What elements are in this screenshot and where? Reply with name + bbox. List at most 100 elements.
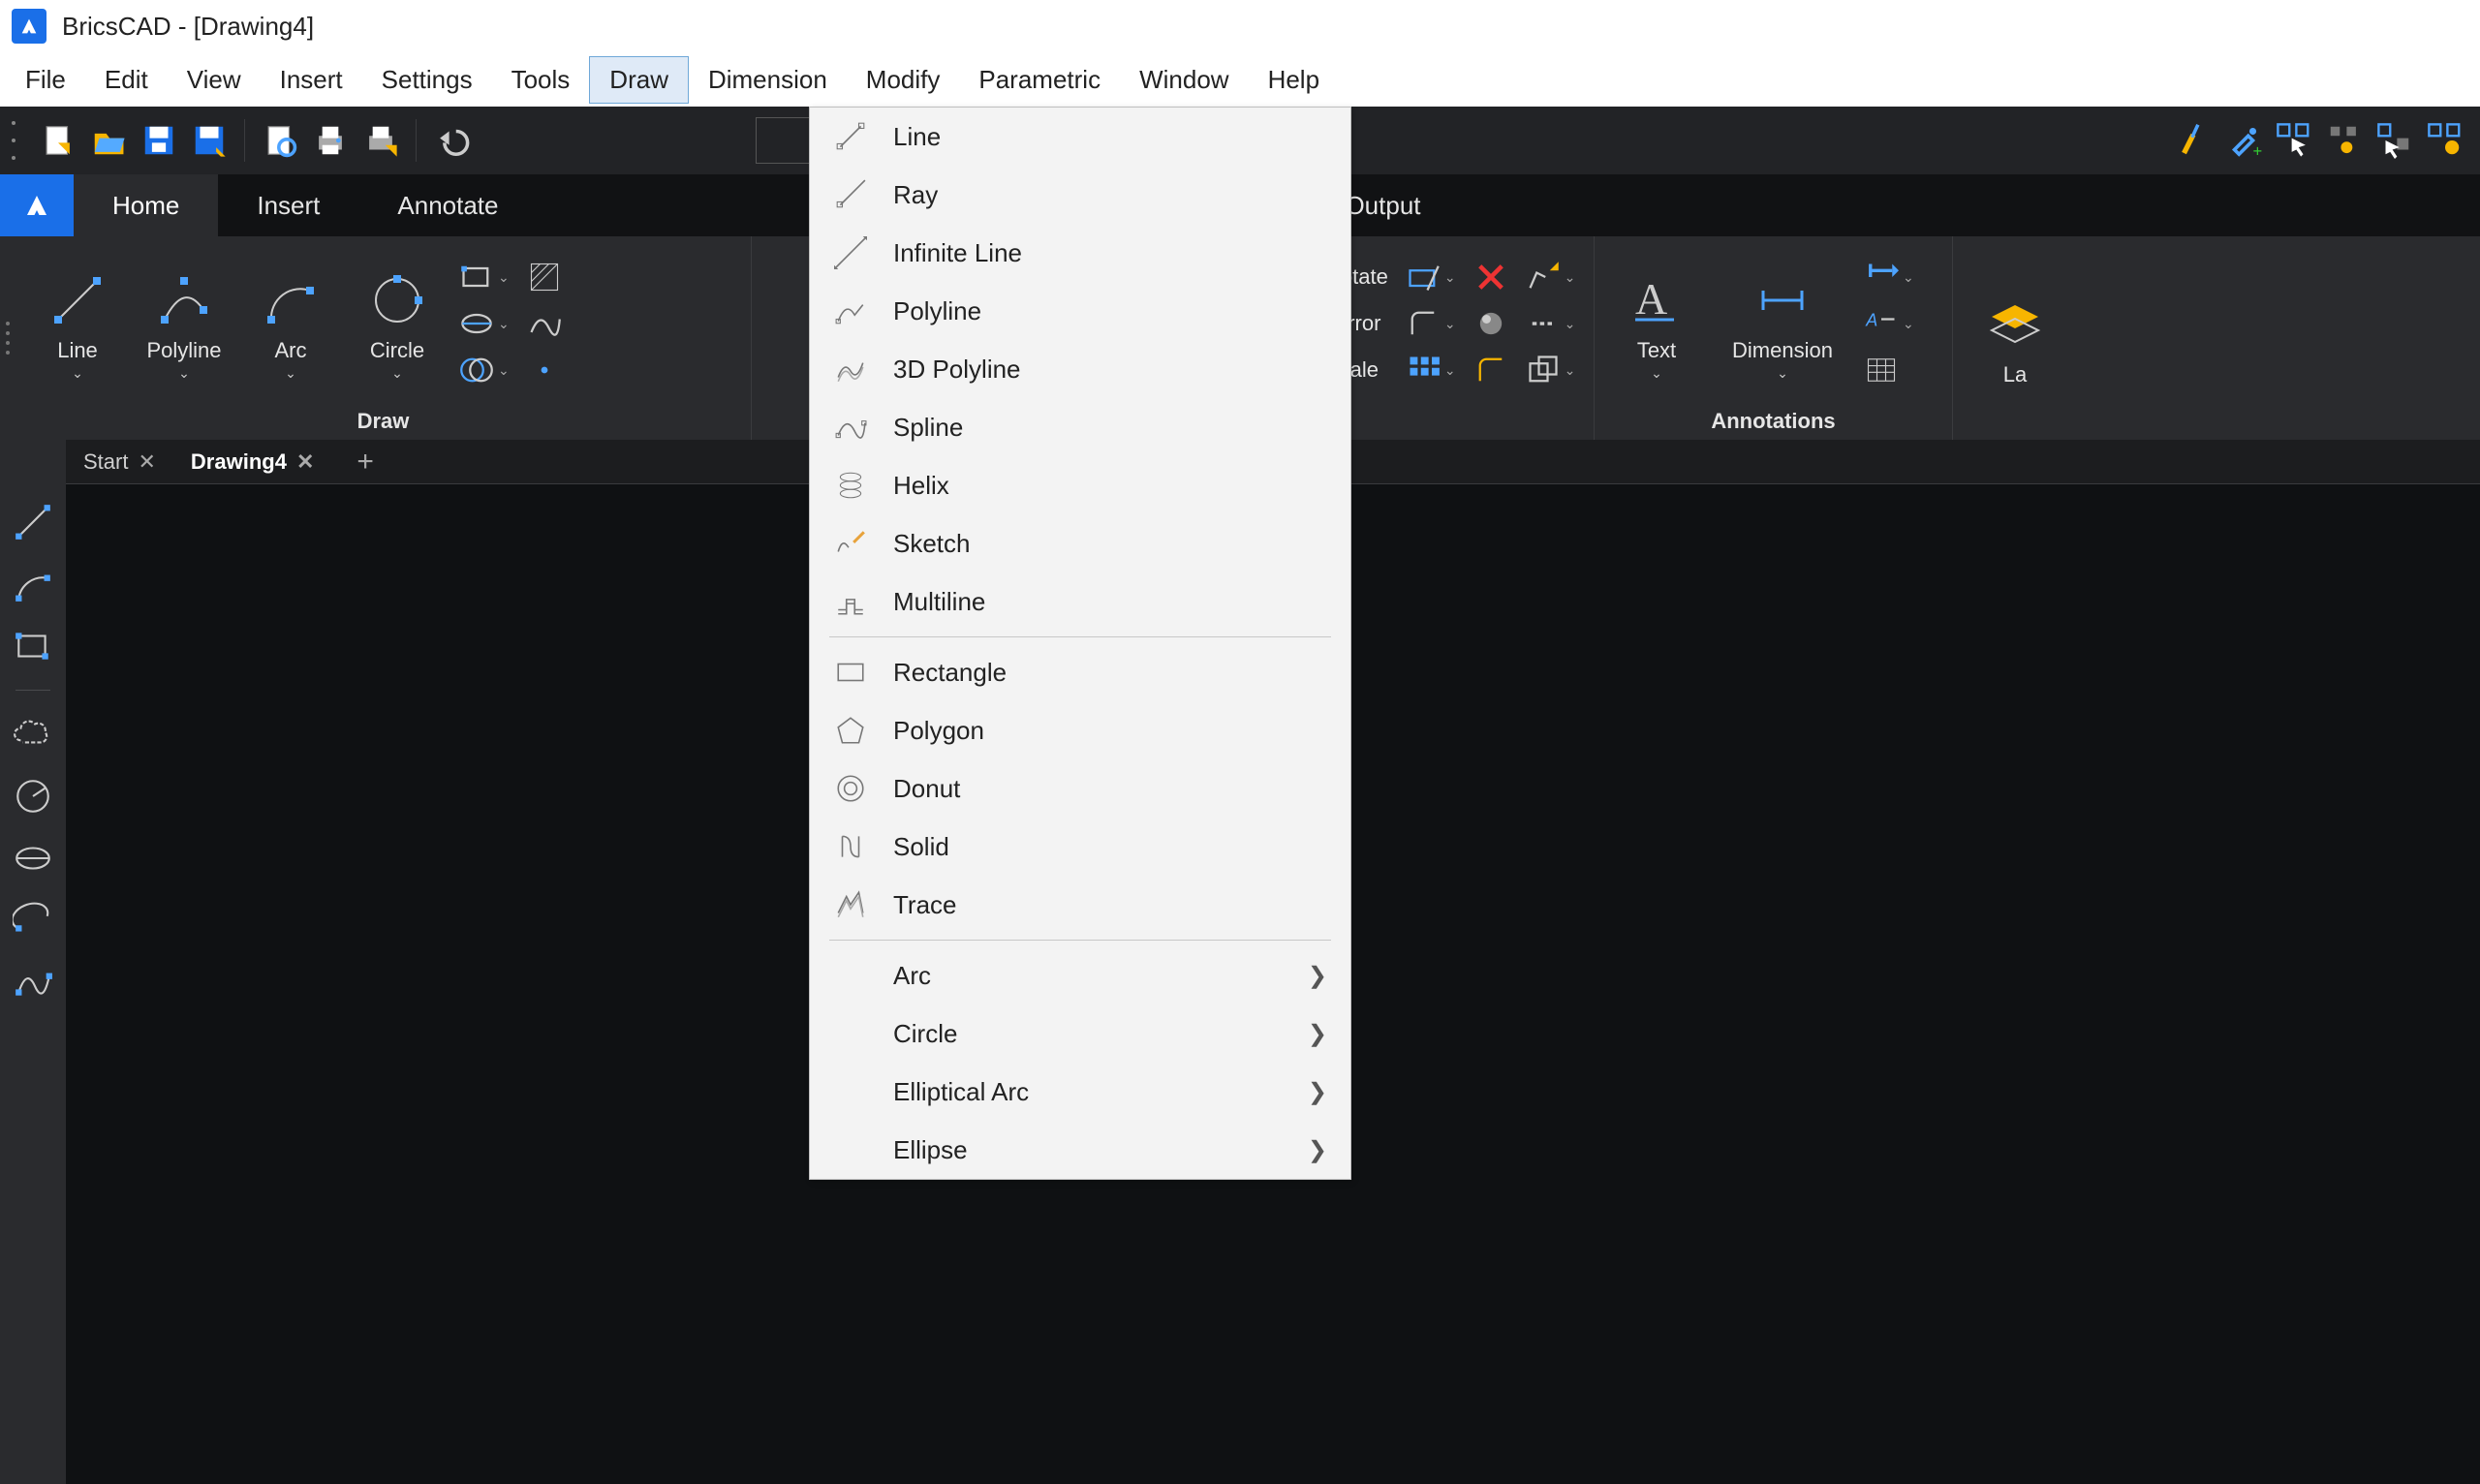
menu-item-sketch[interactable]: Sketch — [810, 514, 1350, 572]
menu-item-spline[interactable]: Spline — [810, 398, 1350, 456]
menu-item-rectangle[interactable]: Rectangle — [810, 643, 1350, 701]
chevron-down-icon: ⌄ — [1651, 365, 1662, 382]
menu-item-donut[interactable]: Donut — [810, 759, 1350, 818]
vtool-line[interactable] — [9, 498, 57, 546]
tool-hatch-small[interactable] — [527, 257, 562, 297]
open-button[interactable] — [85, 117, 132, 164]
ribbon-tab-insert[interactable]: Insert — [218, 174, 358, 236]
tool-text[interactable]: A Text ⌄ — [1608, 266, 1705, 382]
menu-item-elliptical-arc-sub[interactable]: Elliptical Arc❯ — [810, 1063, 1350, 1121]
tool-mleader[interactable]: A⌄ — [1864, 303, 1914, 344]
doctab-add[interactable]: + — [331, 440, 399, 483]
tool-circle[interactable]: Circle ⌄ — [349, 266, 446, 382]
doctab-start[interactable]: Start ✕ — [66, 440, 173, 483]
menu-parametric[interactable]: Parametric — [959, 57, 1120, 103]
rectangle-icon — [833, 655, 868, 690]
tool-point-small[interactable] — [527, 350, 562, 390]
menu-edit[interactable]: Edit — [85, 57, 168, 103]
tool-array[interactable]: ⌄ — [1406, 350, 1456, 390]
multiline-icon — [833, 584, 868, 619]
tool-trim[interactable]: ⌄ — [1406, 257, 1456, 297]
undo-button[interactable] — [428, 117, 475, 164]
select-similar-button[interactable] — [2321, 117, 2368, 164]
tool-edit-pline[interactable]: ⌄ — [1526, 257, 1576, 297]
tool-leader[interactable]: ⌄ — [1864, 257, 1914, 297]
menu-item-3d-polyline[interactable]: 3D Polyline — [810, 340, 1350, 398]
menu-item-ray[interactable]: Ray — [810, 166, 1350, 224]
polyline3d-icon — [833, 352, 868, 386]
tool-erase[interactable] — [1473, 257, 1508, 297]
ribbon-tab-home[interactable]: Home — [74, 174, 218, 236]
menu-item-arc-sub[interactable]: Arc❯ — [810, 946, 1350, 1005]
menu-modify[interactable]: Modify — [847, 57, 960, 103]
doctab-drawing4[interactable]: Drawing4 ✕ — [173, 440, 331, 483]
tool-explode[interactable] — [1473, 303, 1508, 344]
close-icon[interactable]: ✕ — [138, 449, 155, 475]
menu-item-multiline[interactable]: Multiline — [810, 572, 1350, 631]
tool-offset[interactable] — [1473, 350, 1508, 390]
ribbon-logo-tab[interactable] — [0, 174, 74, 236]
select-layer-button[interactable] — [2422, 117, 2468, 164]
left-toolbar — [0, 440, 66, 1484]
new-button[interactable] — [35, 117, 81, 164]
tool-polyline[interactable]: Polyline ⌄ — [136, 266, 232, 382]
save-button[interactable] — [136, 117, 182, 164]
menu-item-trace[interactable]: Trace — [810, 876, 1350, 934]
print-button[interactable] — [307, 117, 354, 164]
line-icon — [44, 266, 111, 334]
vtool-arc[interactable] — [9, 560, 57, 608]
menu-settings[interactable]: Settings — [362, 57, 492, 103]
vtool-revcloud[interactable] — [9, 710, 57, 758]
print-preview-button[interactable] — [257, 117, 303, 164]
menu-tools[interactable]: Tools — [492, 57, 590, 103]
tool-dimension[interactable]: Dimension ⌄ — [1715, 266, 1850, 382]
menu-file[interactable]: File — [6, 57, 85, 103]
vtool-ellipse-arc[interactable] — [9, 896, 57, 944]
tool-table[interactable] — [1864, 350, 1914, 390]
ribbon-grip[interactable] — [0, 236, 16, 440]
select-all-button[interactable] — [2271, 117, 2317, 164]
close-icon[interactable]: ✕ — [296, 449, 314, 475]
panel-title-annotations: Annotations — [1608, 403, 1938, 434]
menu-help[interactable]: Help — [1249, 57, 1339, 103]
tool-region-small[interactable]: ⌄ — [459, 350, 510, 390]
chevron-down-icon: ⌄ — [285, 365, 296, 382]
tool-ellipse-small[interactable]: ⌄ — [459, 303, 510, 344]
menu-window[interactable]: Window — [1120, 57, 1248, 103]
menu-item-circle-sub[interactable]: Circle❯ — [810, 1005, 1350, 1063]
menu-dimension[interactable]: Dimension — [689, 57, 847, 103]
tool-arc[interactable]: Arc ⌄ — [242, 266, 339, 382]
vtool-ellipse[interactable] — [9, 834, 57, 882]
tool-spline-small[interactable] — [527, 303, 562, 344]
tool-fillet[interactable]: ⌄ — [1406, 303, 1456, 344]
svg-text:A: A — [1865, 310, 1877, 329]
menu-item-polyline[interactable]: Polyline — [810, 282, 1350, 340]
tool-lengthen[interactable]: ⌄ — [1526, 303, 1576, 344]
menu-item-line[interactable]: Line — [810, 108, 1350, 166]
ribbon-tab-annotate[interactable]: Annotate — [358, 174, 537, 236]
eyedropper-button[interactable]: + — [2220, 117, 2267, 164]
menu-item-ellipse-sub[interactable]: Ellipse❯ — [810, 1121, 1350, 1179]
menu-item-solid[interactable]: Solid — [810, 818, 1350, 876]
broom-button[interactable] — [2170, 117, 2216, 164]
batch-print-button[interactable] — [357, 117, 404, 164]
select-window-button[interactable] — [2372, 117, 2418, 164]
ray-icon — [833, 177, 868, 212]
menu-item-infinite-line[interactable]: Infinite Line — [810, 224, 1350, 282]
vtool-spline[interactable] — [9, 958, 57, 1006]
tool-copy-nested[interactable]: ⌄ — [1526, 350, 1576, 390]
vtool-rectangle[interactable] — [9, 622, 57, 670]
tool-layer[interactable]: La — [1967, 291, 2063, 387]
polygon-icon — [833, 713, 868, 748]
panel-annotations: A Text ⌄ Dimension ⌄ ⌄ A⌄ Annotations — [1595, 236, 1953, 440]
menu-insert[interactable]: Insert — [261, 57, 362, 103]
menu-item-polygon[interactable]: Polygon — [810, 701, 1350, 759]
menu-draw[interactable]: Draw — [589, 56, 689, 104]
tool-line[interactable]: Line ⌄ — [29, 266, 126, 382]
menu-item-helix[interactable]: Helix — [810, 456, 1350, 514]
saveas-button[interactable] — [186, 117, 232, 164]
toolbar-grip[interactable] — [12, 121, 23, 160]
menu-view[interactable]: View — [168, 57, 261, 103]
tool-rectangle-small[interactable]: ⌄ — [459, 257, 510, 297]
vtool-circle[interactable] — [9, 772, 57, 820]
